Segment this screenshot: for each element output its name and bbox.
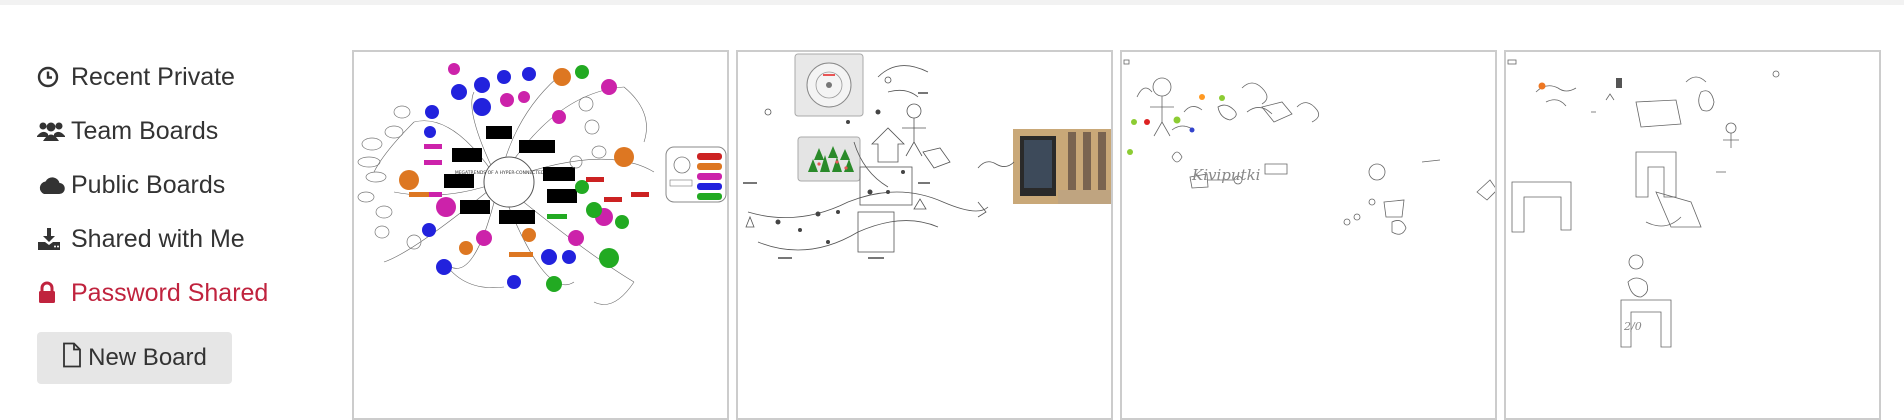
board-card[interactable] xyxy=(736,50,1113,420)
sidebar-item-public-boards[interactable]: Public Boards xyxy=(37,158,337,212)
sidebar-item-label: Public Boards xyxy=(71,170,226,199)
users-icon xyxy=(37,120,65,142)
sidebar-item-label: Password Shared xyxy=(71,278,269,307)
shapes-sketch-thumbnail: 2/0 xyxy=(1507,59,1780,348)
new-board-button[interactable]: New Board xyxy=(37,332,232,384)
sidebar-item-label: Team Boards xyxy=(71,116,219,145)
handwritten-note: 2/0 xyxy=(1623,320,1642,333)
board-card[interactable]: Kiviputki xyxy=(1120,50,1497,420)
mind-map-thumbnail: MEGATRENDS OF A HYPER-CONNECTED PLANET xyxy=(357,63,727,305)
sidebar-item-label: Shared with Me xyxy=(71,224,245,253)
sidebar-item-shared-with-me[interactable]: Shared with Me xyxy=(37,212,337,266)
sidebar: Recent Private Team Boards Public Boards… xyxy=(37,50,337,384)
new-board-label: New Board xyxy=(88,344,207,371)
download-icon xyxy=(37,227,65,251)
lock-icon xyxy=(37,281,65,305)
flow-sketch-thumbnail xyxy=(743,53,1111,259)
file-icon xyxy=(62,342,82,375)
board-card[interactable]: MEGATRENDS OF A HYPER-CONNECTED PLANET xyxy=(352,50,729,420)
clock-icon xyxy=(37,66,65,88)
cloud-icon xyxy=(37,174,65,196)
sidebar-item-password-shared[interactable]: Password Shared xyxy=(37,266,337,320)
handwriting-sketch-thumbnail: Kiviputki xyxy=(1123,59,1495,235)
sidebar-item-recent-private[interactable]: Recent Private xyxy=(37,50,337,104)
sidebar-item-team-boards[interactable]: Team Boards xyxy=(37,104,337,158)
handwritten-note: Kiviputki xyxy=(1191,166,1261,184)
sidebar-item-label: Recent Private xyxy=(71,62,235,91)
board-card[interactable]: 2/0 xyxy=(1504,50,1881,420)
top-bar xyxy=(0,0,1904,5)
